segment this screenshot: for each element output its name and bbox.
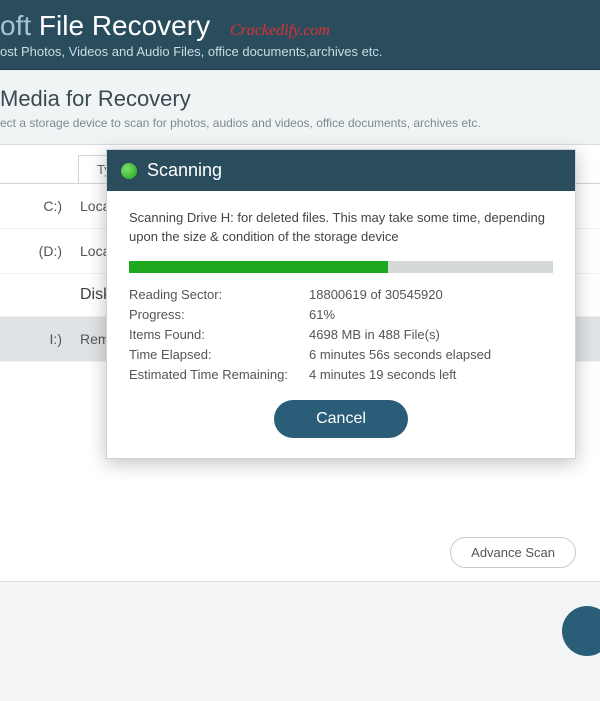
- footer-bar: [0, 581, 600, 701]
- section-header: Media for Recovery ect a storage device …: [0, 70, 600, 145]
- stat-value: 6 minutes 56s seconds elapsed: [309, 347, 553, 362]
- dialog-title: Scanning: [147, 160, 222, 181]
- scanning-dialog: Scanning Scanning Drive H: for deleted f…: [106, 149, 576, 459]
- main-content: Type C:) Local D (D:) Local D Disk I:) R…: [0, 145, 600, 362]
- app-header: oft File Recovery Crackedify.com ost Pho…: [0, 0, 600, 70]
- stat-label: Time Elapsed:: [129, 347, 309, 362]
- stat-label: Items Found:: [129, 327, 309, 342]
- drive-letter: (D:): [0, 243, 80, 259]
- stat-value: 4698 MB in 488 File(s): [309, 327, 553, 342]
- section-desc: ect a storage device to scan for photos,…: [0, 116, 600, 130]
- stat-value: 18800619 of 30545920: [309, 287, 553, 302]
- dialog-body: Scanning Drive H: for deleted files. Thi…: [107, 191, 575, 458]
- progress-fill: [129, 261, 388, 273]
- product-name: File Recovery: [39, 10, 210, 41]
- dialog-header: Scanning: [107, 150, 575, 191]
- dialog-message: Scanning Drive H: for deleted files. Thi…: [129, 209, 553, 247]
- drive-letter: I:): [0, 331, 80, 347]
- stat-value: 4 minutes 19 seconds left: [309, 367, 553, 382]
- section-title: Media for Recovery: [0, 86, 600, 112]
- next-button[interactable]: [562, 606, 600, 656]
- cancel-button[interactable]: Cancel: [274, 400, 408, 438]
- app-title: oft File Recovery Crackedify.com: [0, 10, 600, 42]
- status-dot-icon: [121, 163, 137, 179]
- app-subtitle: ost Photos, Videos and Audio Files, offi…: [0, 44, 600, 59]
- stats-grid: Reading Sector: 18800619 of 30545920 Pro…: [129, 287, 553, 382]
- progress-bar: [129, 261, 553, 273]
- watermark: Crackedify.com: [230, 22, 330, 39]
- drive-letter: C:): [0, 198, 80, 214]
- stat-value: 61%: [309, 307, 553, 322]
- stat-label: Estimated Time Remaining:: [129, 367, 309, 382]
- brand-fragment: oft: [0, 10, 31, 41]
- advance-scan-button[interactable]: Advance Scan: [450, 537, 576, 568]
- stat-label: Reading Sector:: [129, 287, 309, 302]
- stat-label: Progress:: [129, 307, 309, 322]
